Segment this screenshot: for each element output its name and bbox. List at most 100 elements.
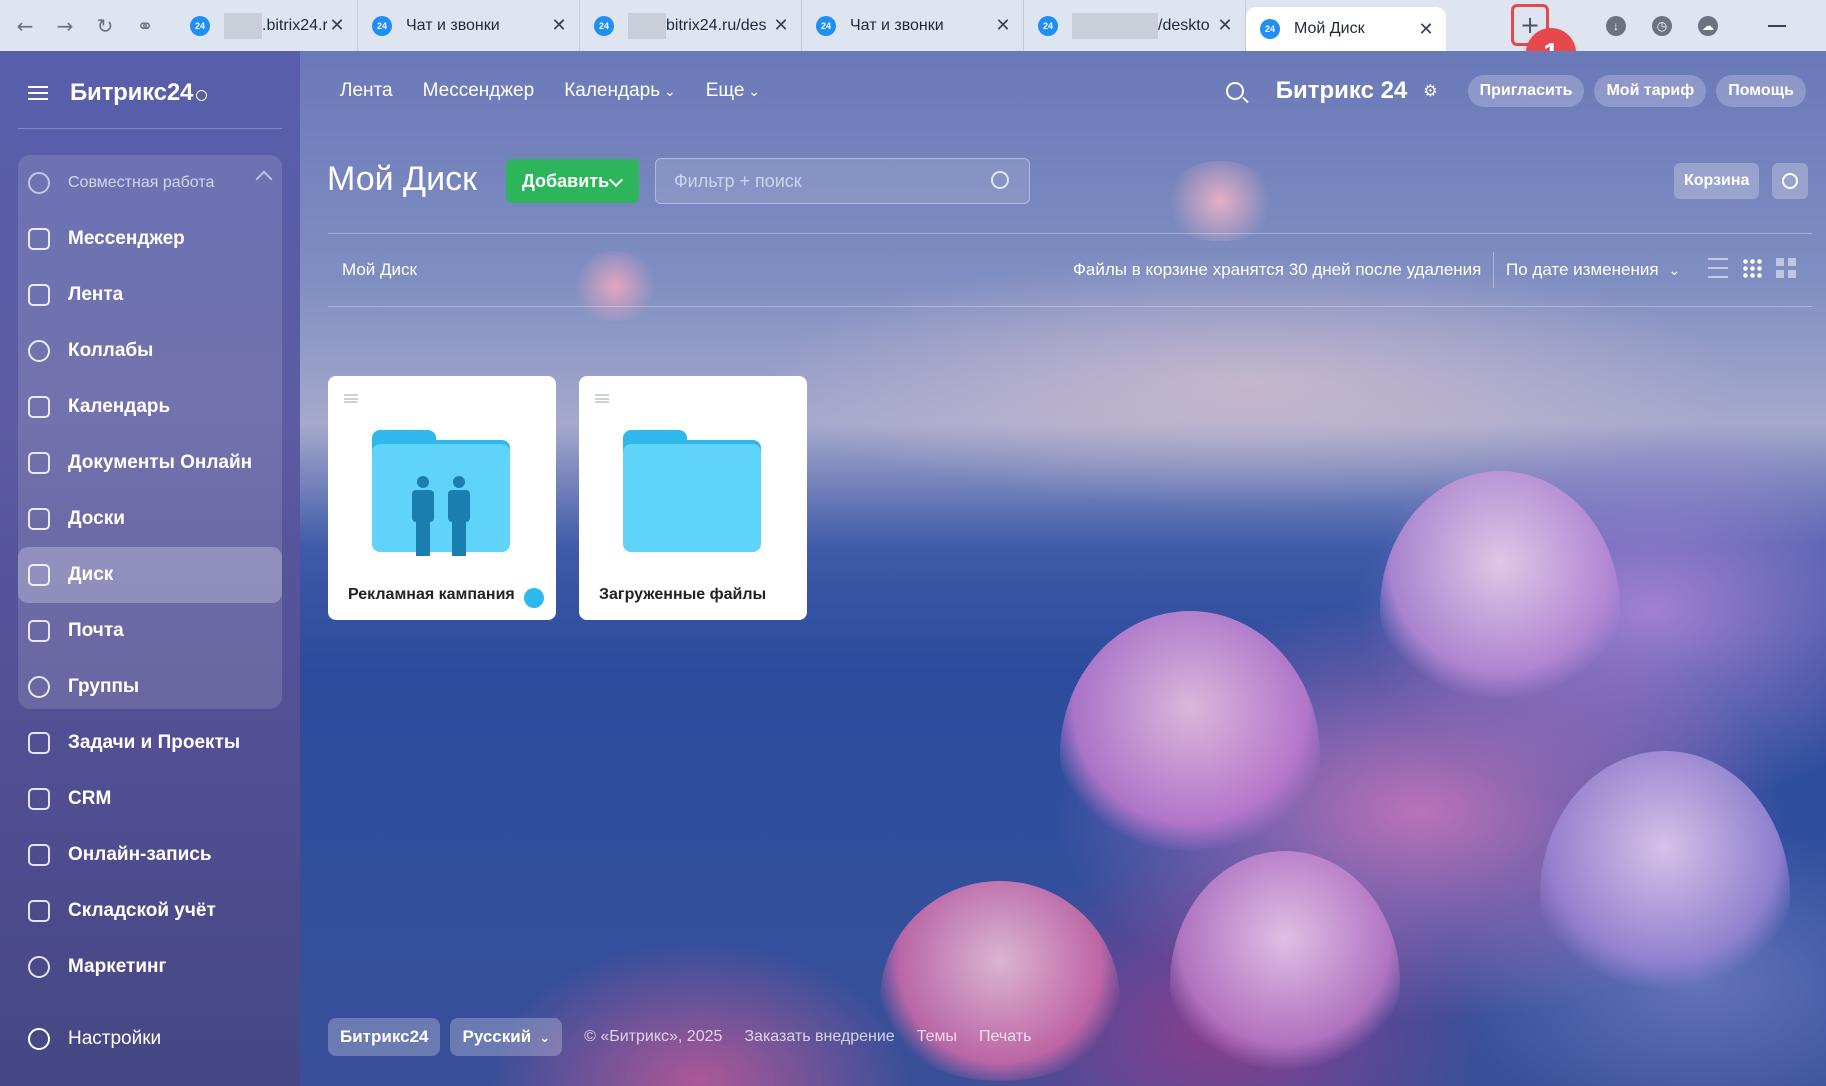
settings-toggle-icon[interactable]: ⚙ xyxy=(1423,81,1437,101)
close-tab-icon[interactable]: ✕ xyxy=(327,15,347,36)
folder-name[interactable]: Рекламная кампания xyxy=(348,586,515,604)
view-switcher xyxy=(1708,258,1796,278)
sidebar-item-calendar[interactable]: Календарь xyxy=(18,379,282,435)
close-tab-icon[interactable]: ✕ xyxy=(1215,15,1235,36)
sidebar-item-messenger[interactable]: Мессенджер xyxy=(18,211,282,267)
sidebar-item-crm[interactable]: CRM xyxy=(18,771,282,827)
sidebar-item-marketing[interactable]: Маркетинг xyxy=(18,939,282,995)
sidebar-item-label: Складской учёт xyxy=(68,900,216,921)
disk-settings-button[interactable] xyxy=(1772,163,1808,199)
brand-logo[interactable]: Битрикс24 xyxy=(70,79,193,107)
print-link[interactable]: Печать xyxy=(979,1028,1031,1046)
sidebar-item-booking[interactable]: Онлайн-запись xyxy=(18,827,282,883)
sidebar-item-boards[interactable]: Доски xyxy=(18,491,282,547)
top-nav-calendar[interactable]: Календарь xyxy=(564,80,676,102)
top-nav-feed[interactable]: Лента xyxy=(340,80,393,102)
search-input[interactable] xyxy=(656,159,976,203)
top-nav-messenger[interactable]: Мессенджер xyxy=(423,80,535,102)
sidebar-item-label: Онлайн-запись xyxy=(68,844,212,865)
folder-icon xyxy=(623,430,761,552)
browser-tab-active[interactable]: 24 Мой Диск ✕ xyxy=(1246,7,1446,51)
order-implementation-link[interactable]: Заказать внедрение xyxy=(744,1028,894,1046)
sidebar-item-collabs[interactable]: Коллабы xyxy=(18,323,282,379)
browser-actions: ↓ ◷ ☁ xyxy=(1606,0,1826,51)
browser-tab[interactable]: 24 Чат и звонки ✕ xyxy=(802,0,1024,51)
downloads-icon[interactable]: ↓ xyxy=(1606,15,1626,36)
list-view-icon[interactable] xyxy=(1708,258,1728,278)
minimize-icon[interactable] xyxy=(1768,24,1786,27)
back-icon[interactable]: ← xyxy=(14,15,36,37)
close-tab-icon[interactable]: ✕ xyxy=(771,15,791,36)
page-title: Мой Диск xyxy=(327,160,477,198)
sidebar-item-feed[interactable]: Лента xyxy=(18,267,282,323)
forward-icon[interactable]: → xyxy=(54,15,76,37)
browser-tab[interactable]: 24 Чат и звонки ✕ xyxy=(358,0,580,51)
invite-button[interactable]: Пригласить xyxy=(1467,75,1585,107)
petal-decoration xyxy=(1160,161,1280,241)
gear-icon xyxy=(1782,173,1798,189)
sidebar-item-inventory[interactable]: Складской учёт xyxy=(18,883,282,939)
bitrix-favicon-icon: 24 xyxy=(816,15,836,36)
close-tab-icon[interactable]: ✕ xyxy=(1416,19,1436,40)
chevron-up-icon[interactable] xyxy=(255,170,273,188)
breadcrumb[interactable]: Мой Диск xyxy=(342,260,417,280)
folder-card[interactable]: Рекламная кампания xyxy=(328,376,556,620)
sidebar-item-documents[interactable]: Документы Онлайн xyxy=(18,435,282,491)
drag-handle-icon[interactable] xyxy=(595,394,609,403)
groups-icon xyxy=(28,676,50,698)
sidebar-item-groups[interactable]: Группы xyxy=(18,659,282,715)
browser-tab[interactable]: 24 /deskto ✕ xyxy=(1024,0,1246,51)
close-tab-icon[interactable]: ✕ xyxy=(993,15,1013,36)
tab-title: Чат и звонки xyxy=(406,16,500,34)
close-tab-icon[interactable]: ✕ xyxy=(549,15,569,36)
divider xyxy=(1493,252,1494,288)
calendar-icon xyxy=(28,396,50,418)
sidebar-item-label: Маркетинг xyxy=(68,956,167,977)
tariff-button[interactable]: Мой тариф xyxy=(1594,75,1707,107)
sidebar-item-disk[interactable]: Диск xyxy=(18,547,282,603)
drag-handle-icon[interactable] xyxy=(344,394,358,403)
sidebar-item-mail[interactable]: Почта xyxy=(18,603,282,659)
sidebar-item-label: Группы xyxy=(68,676,140,697)
sidebar-menu: Совместная работа Мессенджер Лента Колла… xyxy=(18,155,282,995)
header-brand: Битрикс 24 xyxy=(1275,77,1408,104)
sidebar-item-label: CRM xyxy=(68,788,112,809)
help-button[interactable]: Помощь xyxy=(1716,75,1806,107)
search-icon[interactable] xyxy=(991,171,1009,189)
grid-view-icon[interactable] xyxy=(1742,258,1762,278)
browser-tab[interactable]: 24 bitrix24.ru/des ✕ xyxy=(580,0,802,51)
browser-tab[interactable]: 24 .bitrix24.ru/des ✕ xyxy=(176,0,358,51)
trash-retention-note: Файлы в корзине хранятся 30 дней после у… xyxy=(1073,260,1482,279)
sidebar-item-label: Настройки xyxy=(68,1028,162,1049)
bitrix-favicon-icon: 24 xyxy=(1038,15,1058,36)
search-icon[interactable] xyxy=(1225,82,1244,100)
trash-button[interactable]: Корзина xyxy=(1674,163,1760,199)
footer-brand[interactable]: Битрикс24 xyxy=(328,1018,441,1056)
sidebar-item-label: Мессенджер xyxy=(68,228,185,249)
add-button[interactable]: Добавить xyxy=(506,159,639,203)
large-tiles-view-icon[interactable] xyxy=(1776,258,1796,278)
folder-card[interactable]: Загруженные файлы xyxy=(579,376,807,620)
mail-icon xyxy=(28,620,50,642)
link-icon[interactable]: ⚭ xyxy=(134,15,156,37)
redacted-text xyxy=(224,12,262,39)
header-actions: Битрикс 24 ⚙ Пригласить Мой тариф Помощь xyxy=(1225,75,1806,107)
sort-dropdown[interactable]: По дате изменения xyxy=(1506,260,1680,280)
reload-icon[interactable]: ↻ xyxy=(94,15,116,37)
disk-icon xyxy=(28,564,50,586)
sidebar-logo-row: Битрикс24 xyxy=(28,79,208,107)
sidebar-item-settings[interactable]: Настройки xyxy=(28,1028,161,1050)
folder-name[interactable]: Загруженные файлы xyxy=(599,586,766,604)
flower-decoration xyxy=(1170,851,1400,1071)
history-icon[interactable]: ◷ xyxy=(1652,15,1672,36)
sidebar-item-tasks[interactable]: Задачи и Проекты xyxy=(18,715,282,771)
filter-search[interactable] xyxy=(655,158,1030,204)
themes-link[interactable]: Темы xyxy=(917,1028,957,1046)
sidebar-item-label: Диск xyxy=(68,564,114,585)
cloud-icon[interactable]: ☁ xyxy=(1698,15,1718,36)
menu-burger-icon[interactable] xyxy=(28,86,48,100)
top-nav-more[interactable]: Еще xyxy=(706,80,760,102)
copyright-text: © «Битрикс», 2025 xyxy=(584,1028,723,1045)
sidebar-group-collab[interactable]: Совместная работа xyxy=(18,155,282,211)
language-selector[interactable]: Русский xyxy=(450,1018,563,1056)
